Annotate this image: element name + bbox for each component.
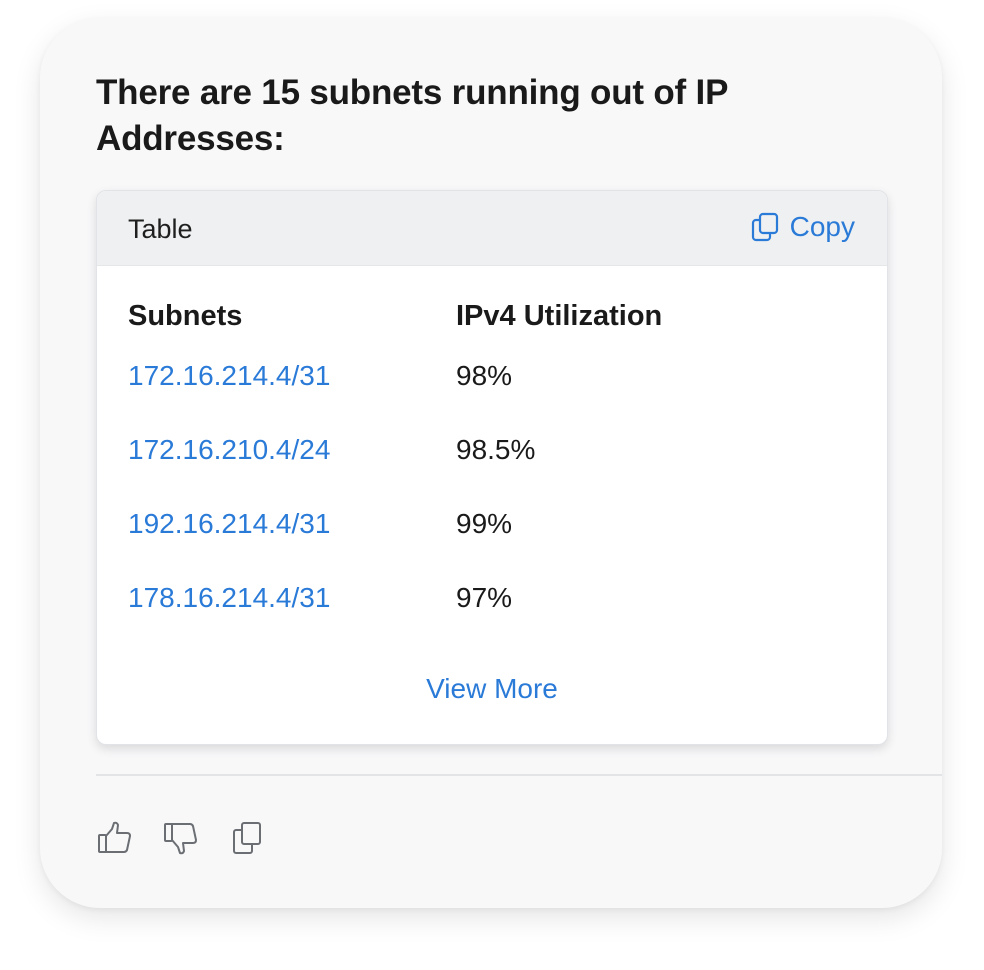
table-row: 178.16.214.4/31 97% xyxy=(128,561,836,635)
table-row: 172.16.214.4/31 98% xyxy=(128,339,836,413)
feedback-actions xyxy=(94,818,268,858)
table-row: 172.16.210.4/24 98.5% xyxy=(128,413,836,487)
subnet-link[interactable]: 172.16.214.4/31 xyxy=(128,360,330,391)
subnet-link[interactable]: 178.16.214.4/31 xyxy=(128,582,330,613)
column-header-subnets: Subnets xyxy=(128,299,243,332)
table-panel-title: Table xyxy=(128,214,193,244)
utilization-value: 98.5% xyxy=(456,434,536,465)
table-panel: Table Copy Subnets IPv4 Utilization 172.… xyxy=(96,190,888,745)
utilization-value: 99% xyxy=(456,508,513,539)
table-header-row: Subnets IPv4 Utilization xyxy=(128,293,836,339)
subnets-table: Subnets IPv4 Utilization 172.16.214.4/31… xyxy=(128,293,836,635)
copy-table-button[interactable]: Copy xyxy=(749,211,855,243)
response-heading: There are 15 subnets running out of IP A… xyxy=(96,73,728,158)
utilization-value: 98% xyxy=(456,360,513,391)
utilization-value: 97% xyxy=(456,582,513,613)
table-panel-header: Table Copy xyxy=(97,191,887,266)
subnet-link[interactable]: 192.16.214.4/31 xyxy=(128,508,330,539)
copy-label: Copy xyxy=(789,211,855,242)
thumbs-up-icon[interactable] xyxy=(94,818,136,858)
copy-icon xyxy=(749,211,781,243)
divider xyxy=(96,774,942,776)
chat-response-card: There are 15 subnets running out of IP A… xyxy=(40,18,942,908)
view-more-link[interactable]: View More xyxy=(97,673,887,705)
subnet-link[interactable]: 172.16.210.4/24 xyxy=(128,434,330,465)
table-row: 192.16.214.4/31 99% xyxy=(128,487,836,561)
copy-response-icon[interactable] xyxy=(226,818,268,858)
thumbs-down-icon[interactable] xyxy=(160,818,202,858)
column-header-ipv4-utilization: IPv4 Utilization xyxy=(456,299,663,332)
